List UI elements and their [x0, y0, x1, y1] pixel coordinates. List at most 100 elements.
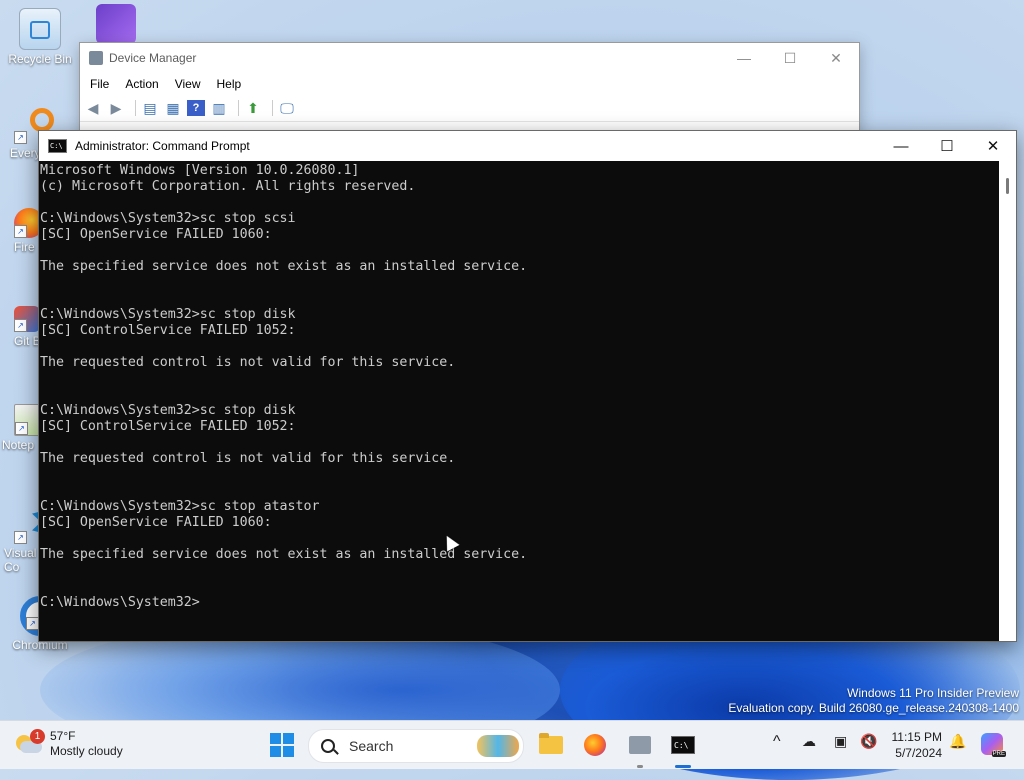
show-hidden-icons-chevron-icon[interactable]: ^ — [773, 733, 781, 751]
taskbar: 1 57°F Mostly cloudy Search C:\ ^ ☁ ▣ 🔇 … — [0, 720, 1024, 769]
git-bash-icon: ↗ — [14, 306, 40, 332]
watermark-line-2: Evaluation copy. Build 26080.ge_release.… — [728, 701, 1019, 715]
recycle-bin-icon — [19, 8, 61, 50]
search-placeholder: Search — [349, 738, 394, 754]
scrollbar-thumb[interactable] — [1006, 178, 1009, 194]
menu-action[interactable]: Action — [125, 77, 158, 91]
shortcut-arrow-icon: ↗ — [14, 225, 27, 238]
taskbar-command-prompt[interactable]: C:\ — [669, 731, 697, 759]
maximize-button[interactable]: ☐ — [924, 131, 970, 161]
forward-arrow-icon[interactable]: ▶ — [107, 100, 125, 116]
weather-condition: Mostly cloudy — [50, 744, 123, 758]
preview-badge: PRE — [991, 751, 1006, 757]
search-highlight-illustration — [477, 735, 519, 757]
toolbar-separator — [238, 100, 239, 116]
desktop-icon-visual-studio[interactable] — [78, 4, 154, 46]
console-line: C:\Windows\System32>sc stop disk — [40, 403, 296, 418]
toolbar-separator — [272, 100, 273, 116]
shortcut-arrow-icon: ↗ — [15, 422, 28, 435]
console-line: The requested control is not valid for t… — [40, 451, 456, 466]
device-manager-window[interactable]: Device Manager — ☐ ✕ File Action View He… — [79, 42, 860, 136]
console-line: The specified service does not exist as … — [40, 259, 528, 274]
evaluation-watermark: Windows 11 Pro Insider Preview Evaluatio… — [728, 686, 1019, 716]
console-line: [SC] OpenService FAILED 1060: — [40, 227, 272, 242]
taskbar-device-manager[interactable] — [626, 731, 654, 759]
command-prompt-icon: C:\ — [48, 139, 67, 153]
taskbar-file-explorer[interactable] — [537, 731, 565, 759]
console-line: [SC] ControlService FAILED 1052: — [40, 419, 296, 434]
menu-bar: File Action View Help — [80, 73, 859, 95]
console-line: C:\Windows\System32>sc stop scsi — [40, 211, 296, 226]
desktop-icon-recycle-bin[interactable]: Recycle Bin — [2, 8, 78, 66]
device-manager-icon — [89, 51, 103, 65]
console-line: (c) Microsoft Corporation. All rights re… — [40, 179, 416, 194]
taskbar-firefox[interactable] — [581, 731, 609, 759]
shortcut-arrow-icon: ↗ — [14, 131, 27, 144]
weather-temperature: 57°F — [50, 729, 76, 743]
notification-bell-icon[interactable]: 🔔 — [949, 733, 966, 750]
taskbar-search-box[interactable]: Search — [308, 729, 524, 763]
close-button[interactable]: ✕ — [813, 50, 859, 67]
vertical-scrollbar[interactable] — [999, 161, 1016, 641]
console-line: The requested control is not valid for t… — [40, 355, 456, 370]
clock-date: 5/7/2024 — [895, 746, 942, 760]
watermark-line-1: Windows 11 Pro Insider Preview — [847, 686, 1019, 700]
scan-hardware-icon[interactable]: 🖵 — [278, 100, 296, 116]
menu-help[interactable]: Help — [217, 77, 242, 91]
windows-logo-icon — [270, 733, 281, 744]
back-arrow-icon[interactable]: ◀ — [84, 100, 102, 116]
window-title: Administrator: Command Prompt — [75, 139, 250, 153]
console-line: C:\Windows\System32>sc stop atastor — [40, 499, 320, 514]
action-pane-icon[interactable]: ▥ — [210, 100, 228, 116]
window-title: Device Manager — [109, 51, 197, 65]
maximize-button[interactable]: ☐ — [767, 50, 813, 67]
update-driver-icon[interactable]: ⬆ — [244, 100, 262, 116]
command-prompt-window[interactable]: C:\ Administrator: Command Prompt — ☐ ✕ … — [38, 130, 1017, 642]
copilot-icon[interactable]: PRE — [981, 733, 1006, 757]
network-icon[interactable]: ▣ — [834, 733, 847, 750]
console-output[interactable]: Microsoft Windows [Version 10.0.26080.1]… — [39, 161, 999, 641]
minimize-button[interactable]: — — [878, 131, 924, 161]
partly-cloudy-icon: 1 — [16, 729, 45, 755]
folder-icon — [539, 733, 563, 754]
desktop-icon-label: Recycle Bin — [8, 52, 72, 66]
console-line: C:\Windows\System32> — [40, 595, 200, 610]
properties-icon[interactable]: ▦ — [164, 100, 182, 116]
command-prompt-titlebar[interactable]: C:\ Administrator: Command Prompt — ☐ ✕ — [39, 131, 1016, 161]
shortcut-arrow-icon: ↗ — [14, 319, 27, 332]
search-icon — [321, 739, 335, 753]
show-hide-console-tree-icon[interactable]: ▤ — [141, 100, 159, 116]
clock-time: 11:15 PM — [891, 730, 942, 744]
start-button[interactable] — [270, 733, 294, 757]
console-line: Microsoft Windows [Version 10.0.26080.1] — [40, 163, 360, 178]
volume-muted-icon[interactable]: 🔇 — [860, 733, 877, 750]
console-line: The specified service does not exist as … — [40, 547, 528, 562]
close-button[interactable]: ✕ — [970, 131, 1016, 161]
minimize-button[interactable]: — — [721, 50, 767, 67]
toolbar-separator — [135, 100, 136, 116]
menu-view[interactable]: View — [175, 77, 201, 91]
console-line: [SC] OpenService FAILED 1060: — [40, 515, 272, 530]
device-manager-titlebar[interactable]: Device Manager — ☐ ✕ — [80, 43, 859, 73]
command-prompt-icon: C:\ — [671, 736, 695, 754]
help-icon[interactable]: ? — [187, 100, 205, 116]
device-manager-icon — [629, 736, 651, 754]
visual-studio-icon — [96, 4, 136, 44]
shortcut-arrow-icon: ↗ — [14, 531, 27, 544]
weather-widget[interactable]: 1 57°F Mostly cloudy — [16, 729, 123, 759]
system-clock[interactable]: 11:15 PM 5/7/2024 — [886, 729, 942, 761]
onedrive-cloud-icon[interactable]: ☁ — [802, 733, 816, 750]
menu-file[interactable]: File — [90, 77, 109, 91]
